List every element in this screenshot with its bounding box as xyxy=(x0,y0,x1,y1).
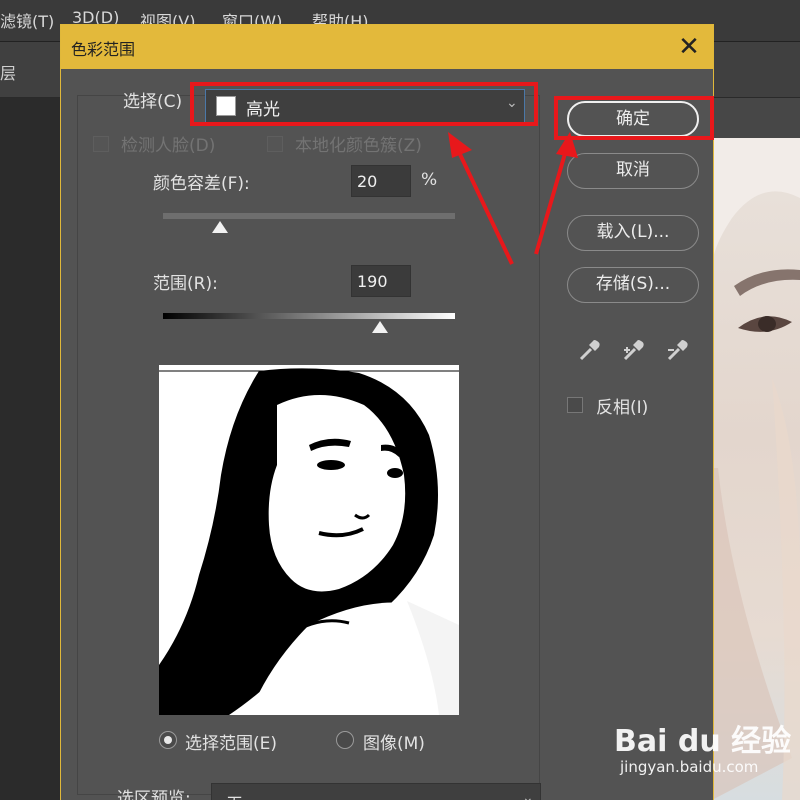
arrow-to-ok xyxy=(534,149,568,255)
baidu-jingyan-watermark: Bai du 经验 jingyan.baidu.com xyxy=(606,712,800,782)
annotation-arrows xyxy=(448,132,578,265)
arrow-to-select xyxy=(456,149,514,265)
watermark-brand: Bai du 经验 xyxy=(614,724,792,759)
watermark-url: jingyan.baidu.com xyxy=(620,758,759,776)
